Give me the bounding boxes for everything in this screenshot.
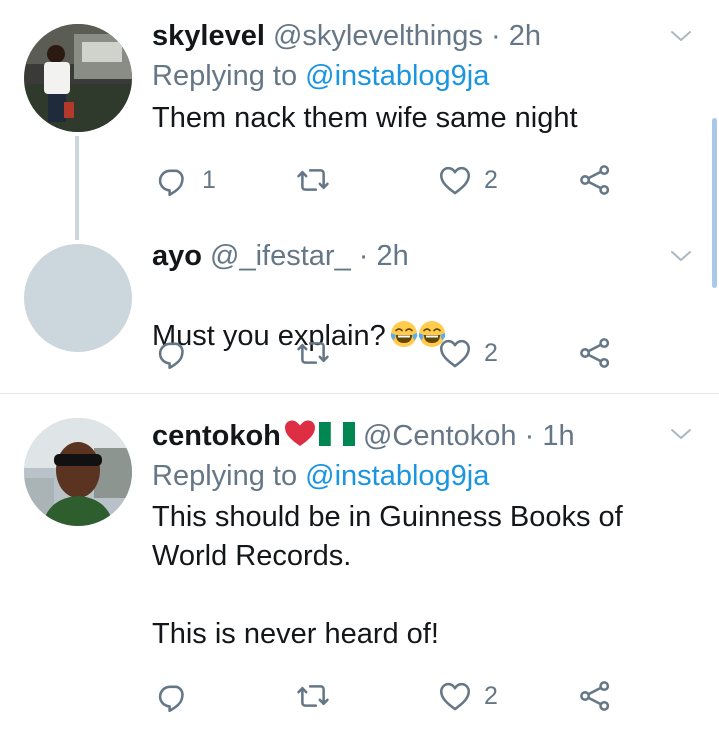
replying-to-label: Replying to xyxy=(152,60,298,92)
retweet-icon xyxy=(296,679,330,713)
retweet-icon xyxy=(296,336,330,370)
tweet-text: Them nack them wife same night xyxy=(152,102,578,134)
heart-icon xyxy=(438,679,472,713)
retweet-button[interactable] xyxy=(296,676,342,716)
timestamp[interactable]: 1h xyxy=(542,420,574,452)
tweet-header: skylevel @skylevelthings · 2h xyxy=(152,18,679,54)
avatar[interactable] xyxy=(24,24,132,132)
chevron-down-icon[interactable] xyxy=(669,24,693,48)
nigeria-flag-icon xyxy=(318,421,355,447)
tweet-header: ayo @_ifestar_ · 2h xyxy=(152,238,679,274)
replying-to: Replying to @instablog9ja xyxy=(152,456,679,496)
display-name[interactable]: ayo xyxy=(152,240,202,272)
tweet-divider xyxy=(0,393,719,394)
avatar[interactable] xyxy=(24,418,132,526)
display-name[interactable]: skylevel xyxy=(152,20,265,52)
replying-to: Replying to @instablog9ja xyxy=(152,56,679,96)
share-icon xyxy=(578,163,612,197)
tweet-header: centokoh @Centokoh · 1h xyxy=(152,418,679,454)
user-handle[interactable]: @_ifestar_ xyxy=(210,240,351,272)
share-button[interactable] xyxy=(578,160,612,200)
like-count: 2 xyxy=(484,338,498,367)
share-button[interactable] xyxy=(578,676,612,716)
thread-line xyxy=(75,136,79,240)
share-icon xyxy=(578,336,612,370)
reply-icon xyxy=(156,163,190,197)
retweet-icon xyxy=(296,163,330,197)
like-count: 2 xyxy=(484,165,498,194)
avatar[interactable] xyxy=(24,244,132,352)
reply-icon xyxy=(156,336,190,370)
replying-to-label: Replying to xyxy=(152,460,298,492)
user-handle[interactable]: @skylevelthings xyxy=(273,20,483,52)
like-button[interactable]: 2 xyxy=(438,676,498,716)
display-name[interactable]: centokoh xyxy=(152,420,281,452)
tweet-actions: 2 xyxy=(152,333,622,373)
timestamp[interactable]: 2h xyxy=(377,240,409,272)
avatar-photo xyxy=(24,24,132,132)
like-count: 2 xyxy=(484,681,498,710)
like-button[interactable]: 2 xyxy=(438,160,498,200)
tweet-actions: 1 2 xyxy=(152,160,622,200)
reply-button[interactable]: 1 xyxy=(156,160,216,200)
share-button[interactable] xyxy=(578,333,612,373)
replying-to-handle[interactable]: @instablog9ja xyxy=(305,460,489,492)
tweet-actions: 2 xyxy=(152,676,622,716)
user-handle[interactable]: @Centokoh xyxy=(363,420,517,452)
separator-dot: · xyxy=(524,420,535,452)
scrollbar[interactable] xyxy=(712,118,717,288)
reply-count: 1 xyxy=(202,165,216,194)
reply-button[interactable] xyxy=(156,676,202,716)
tweet-text: This should be in Guinness Books of Worl… xyxy=(152,501,623,650)
chevron-down-icon[interactable] xyxy=(669,244,693,268)
heart-emoji-icon xyxy=(284,420,315,446)
avatar-photo xyxy=(24,418,132,526)
replying-to-handle[interactable]: @instablog9ja xyxy=(305,60,489,92)
heart-icon xyxy=(438,336,472,370)
timestamp[interactable]: 2h xyxy=(509,20,541,52)
reply-icon xyxy=(156,679,190,713)
like-button[interactable]: 2 xyxy=(438,333,498,373)
reply-button[interactable] xyxy=(156,333,202,373)
separator-dot: · xyxy=(358,240,369,272)
heart-icon xyxy=(438,163,472,197)
retweet-button[interactable] xyxy=(296,160,342,200)
separator-dot: · xyxy=(490,20,501,52)
share-icon xyxy=(578,679,612,713)
retweet-button[interactable] xyxy=(296,333,342,373)
chevron-down-icon[interactable] xyxy=(669,422,693,446)
